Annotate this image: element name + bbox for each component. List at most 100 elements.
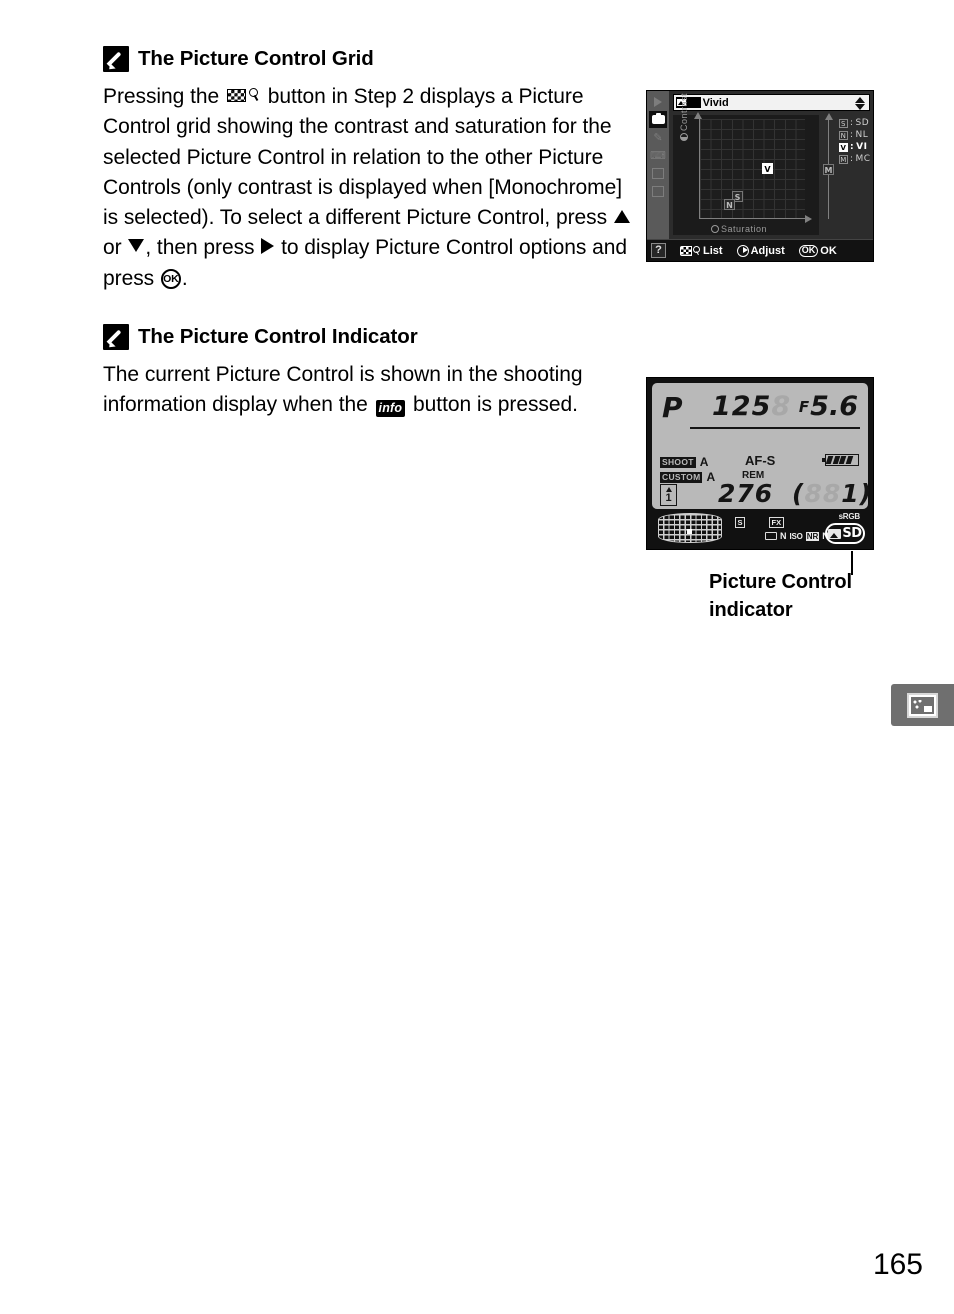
shutter-speed: 1258 xyxy=(712,391,791,422)
footer-action-ok[interactable]: OK OK xyxy=(798,244,837,257)
legend-row-standard: S : SD xyxy=(839,118,871,128)
command-dial-icon xyxy=(736,244,749,257)
legend-chip: M xyxy=(839,154,848,164)
footer-action-label: Adjust xyxy=(750,244,785,257)
setup-wrench-icon[interactable]: ⌨ xyxy=(649,147,667,164)
info-bottom-bar: S FX N ISO NR N sRGB SD xyxy=(652,512,868,548)
note-text-seg-3: or xyxy=(103,236,128,260)
multi-selector-right-icon xyxy=(261,238,275,255)
buffer-capacity: (881) xyxy=(792,479,872,508)
legend-code: : xyxy=(850,118,854,128)
image-size-badge: S xyxy=(735,517,746,528)
legend-label: NL xyxy=(855,130,869,140)
page-number: 165 xyxy=(872,1248,923,1281)
marker-neutral[interactable]: N xyxy=(724,199,735,210)
saturation-axis-text: Saturation xyxy=(721,224,768,234)
af-point-grid-icon xyxy=(658,513,722,543)
picture-control-plot: Contrast V S N Saturation xyxy=(673,93,819,235)
playback-icon[interactable] xyxy=(649,93,667,110)
buffer-close: ) xyxy=(859,479,873,508)
note-title: The Picture Control Indicator xyxy=(138,324,418,348)
ok-button-icon: OK xyxy=(798,244,819,257)
picture-control-grid-screenshot: ✎ ⌨ ? VI Vivid Contrast V S N Saturation… xyxy=(646,90,874,262)
info-main-panel: P 1258 F5.6 SHOOT A CUSTOM A 1 AF-S REM … xyxy=(652,383,871,509)
picture-control-indicator: SD xyxy=(825,523,865,544)
footer-action-list[interactable]: List xyxy=(680,245,723,257)
marker-monochrome[interactable]: M xyxy=(823,164,834,175)
caption-line-2: indicator xyxy=(709,599,793,621)
plot-grid: V S N xyxy=(694,112,812,223)
picture-control-indicator-code: SD xyxy=(842,526,862,541)
shoot-bank-label: SHOOT xyxy=(660,456,696,468)
retouch-menu-tab-marker xyxy=(891,684,954,726)
legend-code: : xyxy=(850,142,855,152)
legend-chip: S xyxy=(839,118,848,128)
exposure-mode: P xyxy=(662,391,683,424)
aperture-value: 5.6 xyxy=(810,391,858,422)
picture-control-legend: S : SD N : NL V : VI M : MC xyxy=(839,118,871,164)
picture-control-title-bar[interactable]: VI Vivid xyxy=(673,94,870,111)
active-folder-number: 1 xyxy=(660,484,677,506)
ok-button-label: OK xyxy=(163,272,179,285)
retouch-icon[interactable] xyxy=(649,165,667,182)
contrast-axis-text: Contrast xyxy=(679,92,689,131)
menu-sidebar: ✎ ⌨ ? xyxy=(647,91,669,261)
pencil-icon xyxy=(103,324,129,351)
note-text-seg-6: . xyxy=(181,266,188,290)
picture-control-image-icon xyxy=(828,528,842,539)
legend-row-monochrome: M : MC xyxy=(839,154,871,164)
custom-settings-pencil-icon[interactable]: ✎ xyxy=(649,129,667,146)
scroll-arrows-icon xyxy=(854,96,866,111)
picture-control-name: Vivid xyxy=(702,96,729,109)
note-body: The current Picture Control is shown in … xyxy=(103,360,633,421)
retouch-menu-icon xyxy=(907,692,938,718)
info-button-icon: info xyxy=(375,400,406,418)
footer-action-adjust[interactable]: Adjust xyxy=(736,244,785,257)
legend-chip: V xyxy=(839,142,848,152)
legend-code: : xyxy=(850,130,854,140)
wb-iso-nr-row: N ISO NR N xyxy=(765,531,829,541)
lcd-footer-bar: ? List Adjust OK OK xyxy=(647,239,873,261)
legend-row-vivid: V : VI xyxy=(839,142,871,152)
note-picture-control-indicator: The Picture Control Indicator The curren… xyxy=(103,324,633,421)
aperture-underline xyxy=(798,427,860,429)
pencil-icon xyxy=(103,46,129,72)
footer-action-label: List xyxy=(703,244,723,257)
marker-vivid[interactable]: V xyxy=(762,163,773,174)
image-area-badge: FX xyxy=(769,517,784,528)
thumbnail-zoom-out-button-icon xyxy=(226,87,260,104)
note-title: The Picture Control Grid xyxy=(138,46,374,70)
legend-code: : xyxy=(850,154,854,164)
note-text-seg-2: button is pressed. xyxy=(407,393,578,417)
shooting-menu-bank: SHOOT A xyxy=(660,455,708,469)
note-text-seg-4: , then press xyxy=(145,236,261,260)
legend-label: MC xyxy=(855,154,871,164)
monochrome-contrast-bar: M xyxy=(823,113,835,219)
saturation-axis-label: Saturation xyxy=(711,224,767,234)
buffer-value: 1 xyxy=(841,479,860,508)
thumbnail-list-icon xyxy=(680,245,701,257)
legend-chip: N xyxy=(839,130,848,140)
recent-settings-icon[interactable] xyxy=(649,183,667,200)
aperture: F5.6 xyxy=(799,391,858,422)
ok-button-icon: OK xyxy=(160,268,181,289)
multi-selector-down-icon xyxy=(128,239,145,253)
legend-label: SD xyxy=(855,118,870,128)
custom-bank-value: A xyxy=(706,470,716,484)
footer-action-label: OK xyxy=(820,244,837,257)
noise-reduction-badge: NR xyxy=(805,531,820,541)
shutter-speed-underline xyxy=(690,427,800,429)
legend-label: VI xyxy=(856,142,868,152)
shooting-information-display: P 1258 F5.6 SHOOT A CUSTOM A 1 AF-S REM … xyxy=(646,377,874,550)
help-button[interactable]: ? xyxy=(651,243,666,258)
lcd-grid-screen: ✎ ⌨ ? VI Vivid Contrast V S N Saturation… xyxy=(646,90,874,262)
focus-mode: AF-S xyxy=(745,453,776,468)
note-heading: The Picture Control Grid xyxy=(103,46,633,72)
text-column: The Picture Control Grid Pressing the bu… xyxy=(103,46,633,451)
shooting-menu-icon[interactable] xyxy=(649,111,667,128)
color-space-label: sRGB xyxy=(838,512,861,521)
note-heading: The Picture Control Indicator xyxy=(103,324,633,351)
shutter-speed-value: 125 xyxy=(712,391,772,422)
white-balance-code: N xyxy=(780,531,787,541)
contrast-axis-label: Contrast xyxy=(679,93,689,141)
